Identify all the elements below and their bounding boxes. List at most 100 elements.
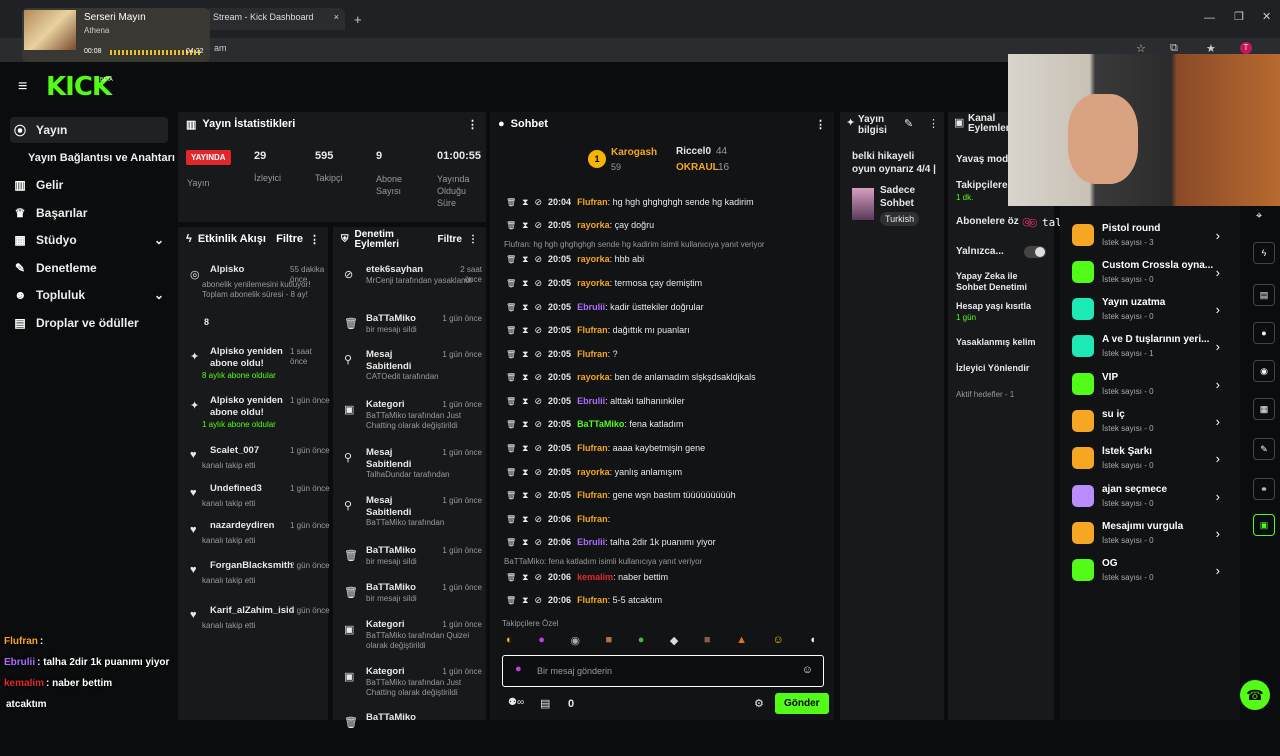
menu-icon[interactable]: ≡ [18, 78, 27, 96]
chat-message[interactable]: 🗑 ⧗ ⊘ 20:05 Flufran: ? [506, 346, 828, 362]
sidebar-item-topluluk[interactable]: ☻ Topluluk ⌄ [14, 282, 164, 308]
category-thumbnail[interactable] [852, 188, 874, 220]
banned-words-setting[interactable]: Yasaklanmış kelim [956, 337, 1036, 347]
timeout-icon[interactable]: ⧗ [522, 396, 528, 407]
new-tab-button[interactable]: + [354, 12, 362, 27]
trash-icon[interactable]: 🗑 [506, 538, 516, 547]
send-button[interactable]: Gönder [775, 693, 829, 714]
sidebar-item-gelir[interactable]: ▥ Gelir [14, 172, 63, 198]
emote-icon[interactable]: ☺ [773, 634, 784, 652]
more-icon[interactable]: ⋮ [815, 118, 826, 131]
emote-icon[interactable]: ● [538, 634, 545, 652]
message-user[interactable]: Ebrulii [577, 302, 605, 312]
bolt-icon[interactable]: ϟ [1253, 242, 1275, 264]
redeem-row[interactable]: Mesajımı vurgula İstek sayısı - 0 › [1066, 520, 1238, 554]
maximize-icon[interactable]: ❐ [1234, 10, 1244, 23]
chat-message[interactable]: 🗑 ⧗ ⊘ 20:06 Flufran: [506, 511, 828, 527]
ai-moderation-setting[interactable]: Yapay Zeka ile Sohbet Denetimi [956, 271, 1036, 293]
sidebar-item-droplar[interactable]: ▤ Droplar ve ödüller [14, 310, 138, 336]
chat-message[interactable]: 🗑 ⧗ ⊘ 20:05 Flufran: aaaa kaybetmişin gene [506, 440, 828, 456]
trash-icon[interactable]: 🗑 [506, 373, 516, 382]
trash-icon[interactable]: 🗑 [506, 279, 516, 288]
message-user[interactable]: Flufran [577, 325, 608, 335]
sidebar-item-yayin[interactable]: ⦿ Yayın [14, 117, 67, 143]
chat-message[interactable]: 🗑 ⧗ ⊘ 20:05 rayorka: ben de anlamadım slşkşd… [506, 369, 828, 385]
chat-message[interactable]: 🗑 ⧗ ⊘ 20:05 Ebrulii: alttaki talhanınkiler [506, 393, 828, 409]
message-user[interactable]: Flufran [577, 443, 608, 453]
message-user[interactable]: rayorka [577, 220, 610, 230]
ban-icon[interactable]: ⊘ [534, 419, 542, 430]
tab-close-icon[interactable]: × [334, 12, 339, 22]
chat-bubble-icon[interactable]: ● [1253, 322, 1275, 344]
layers-icon[interactable]: ▦ [1253, 398, 1275, 420]
redeem-row[interactable]: İstek Şarkı İstek sayısı - 0 › [1066, 445, 1238, 479]
chat-message[interactable]: 🗑 ⧗ ⊘ 20:06 Ebrulii: talha 2dir 1k puanımı y… [506, 534, 828, 550]
redeem-row[interactable]: su iç İstek sayısı - 0 › [1066, 408, 1238, 442]
mic-icon[interactable]: ● [515, 663, 522, 675]
chat-input[interactable]: ● Bir mesaj gönderin ☺ [502, 655, 824, 687]
trash-icon[interactable]: 🗑 [506, 573, 516, 582]
sidebar-item-stream-key[interactable]: Yayın Bağlantısı ve Anahtarı [28, 145, 175, 171]
ban-icon[interactable]: ⊘ [534, 537, 542, 548]
ban-icon[interactable]: ⊘ [534, 254, 542, 265]
trash-icon[interactable]: 🗑 [506, 491, 516, 500]
timeout-icon[interactable]: ⧗ [522, 467, 528, 478]
profile-avatar[interactable]: T [1240, 42, 1252, 54]
minimize-icon[interactable]: — [1204, 12, 1215, 24]
active-targets[interactable]: Aktif hedefler - 1 [956, 390, 1014, 399]
timeout-icon[interactable]: ⧗ [522, 372, 528, 383]
slow-mode-label[interactable]: Yavaş mod [956, 154, 1008, 165]
emote-bar[interactable]: ◐ ● ◉ ■ ● ◆ ■ ▲ ☺ ◖ [506, 634, 816, 652]
subs-only-setting[interactable]: Abonelere öz [956, 216, 1019, 227]
message-user[interactable]: rayorka [577, 254, 610, 264]
only-toggle[interactable] [1024, 246, 1046, 258]
followers-only-setting[interactable]: Takipçilere [956, 180, 1008, 191]
timeout-icon[interactable]: ⧗ [522, 595, 528, 606]
ban-icon[interactable]: ⊘ [534, 595, 542, 606]
emote-icon[interactable]: ◐ [506, 634, 513, 652]
redeem-row[interactable]: OG İstek sayısı - 0 › [1066, 557, 1238, 591]
target-icon[interactable]: ⌖ [1256, 210, 1262, 223]
message-user[interactable]: Flufran [577, 595, 608, 605]
ban-icon[interactable]: ⊘ [534, 302, 542, 313]
ban-icon[interactable]: ⊘ [534, 572, 542, 583]
trash-icon[interactable]: 🗑 [506, 350, 516, 359]
emote-icon[interactable]: ● [638, 634, 645, 652]
account-age-setting[interactable]: Hesap yaşı kısıtla [956, 301, 1031, 311]
sidebar-item-basarilar[interactable]: ♛ Başarılar [14, 200, 88, 226]
timeout-icon[interactable]: ⧗ [522, 419, 528, 430]
ban-icon[interactable]: ⊘ [534, 197, 542, 208]
sidebar-item-denetleme[interactable]: ✎ Denetleme [14, 255, 97, 281]
timeout-icon[interactable]: ⧗ [522, 349, 528, 360]
ban-icon[interactable]: ⊘ [534, 467, 542, 478]
ban-icon[interactable]: ⊘ [534, 514, 542, 525]
timeout-icon[interactable]: ⧗ [522, 514, 528, 525]
emote-icon[interactable]: ■ [606, 634, 613, 652]
wrench-icon[interactable]: ✎ [1253, 438, 1275, 460]
chat-message[interactable]: 🗑 ⧗ ⊘ 20:05 Ebrulii: kadir üsttekiler doğrul… [506, 299, 828, 315]
more-icon[interactable]: ⋮ [468, 235, 478, 245]
edit-icon[interactable]: ✎ [904, 117, 913, 130]
chat-message[interactable]: 🗑 ⧗ ⊘ 20:04 Flufran: hg hgh ghghghgh sende h… [506, 194, 828, 210]
message-user[interactable]: rayorka [577, 278, 610, 288]
chat-message[interactable]: 🗑 ⧗ ⊘ 20:05 rayorka: çay doğru [506, 217, 828, 233]
message-user[interactable]: Flufran [577, 197, 608, 207]
ban-icon[interactable]: ⊘ [534, 349, 542, 360]
timeout-icon[interactable]: ⧗ [522, 537, 528, 548]
clapper-icon[interactable]: ▣ [1253, 514, 1275, 536]
message-user[interactable]: Flufran [577, 490, 608, 500]
ban-icon[interactable]: ⊘ [534, 372, 542, 383]
share-icon[interactable]: ⚭ [1253, 478, 1275, 500]
message-user[interactable]: rayorka [577, 372, 610, 382]
chat-message[interactable]: 🗑 ⧗ ⊘ 20:05 Flufran: dağıttık mı puanları [506, 322, 828, 338]
chat-message[interactable]: 🗑 ⧗ ⊘ 20:05 rayorka: yanlış anlamışım [506, 464, 828, 480]
ban-icon[interactable]: ⊘ [534, 443, 542, 454]
ban-icon[interactable]: ⊘ [534, 325, 542, 336]
emote-icon[interactable]: ◖ [809, 634, 816, 652]
browser-tab[interactable]: Stream - Kick Dashboard × [205, 8, 345, 30]
points-icon[interactable]: ⚉∞ [508, 697, 524, 708]
timeout-icon[interactable]: ⧗ [522, 572, 528, 583]
trash-icon[interactable]: 🗑 [506, 303, 516, 312]
more-icon[interactable]: ⋮ [467, 118, 478, 131]
message-user[interactable]: kemalim [577, 572, 613, 582]
